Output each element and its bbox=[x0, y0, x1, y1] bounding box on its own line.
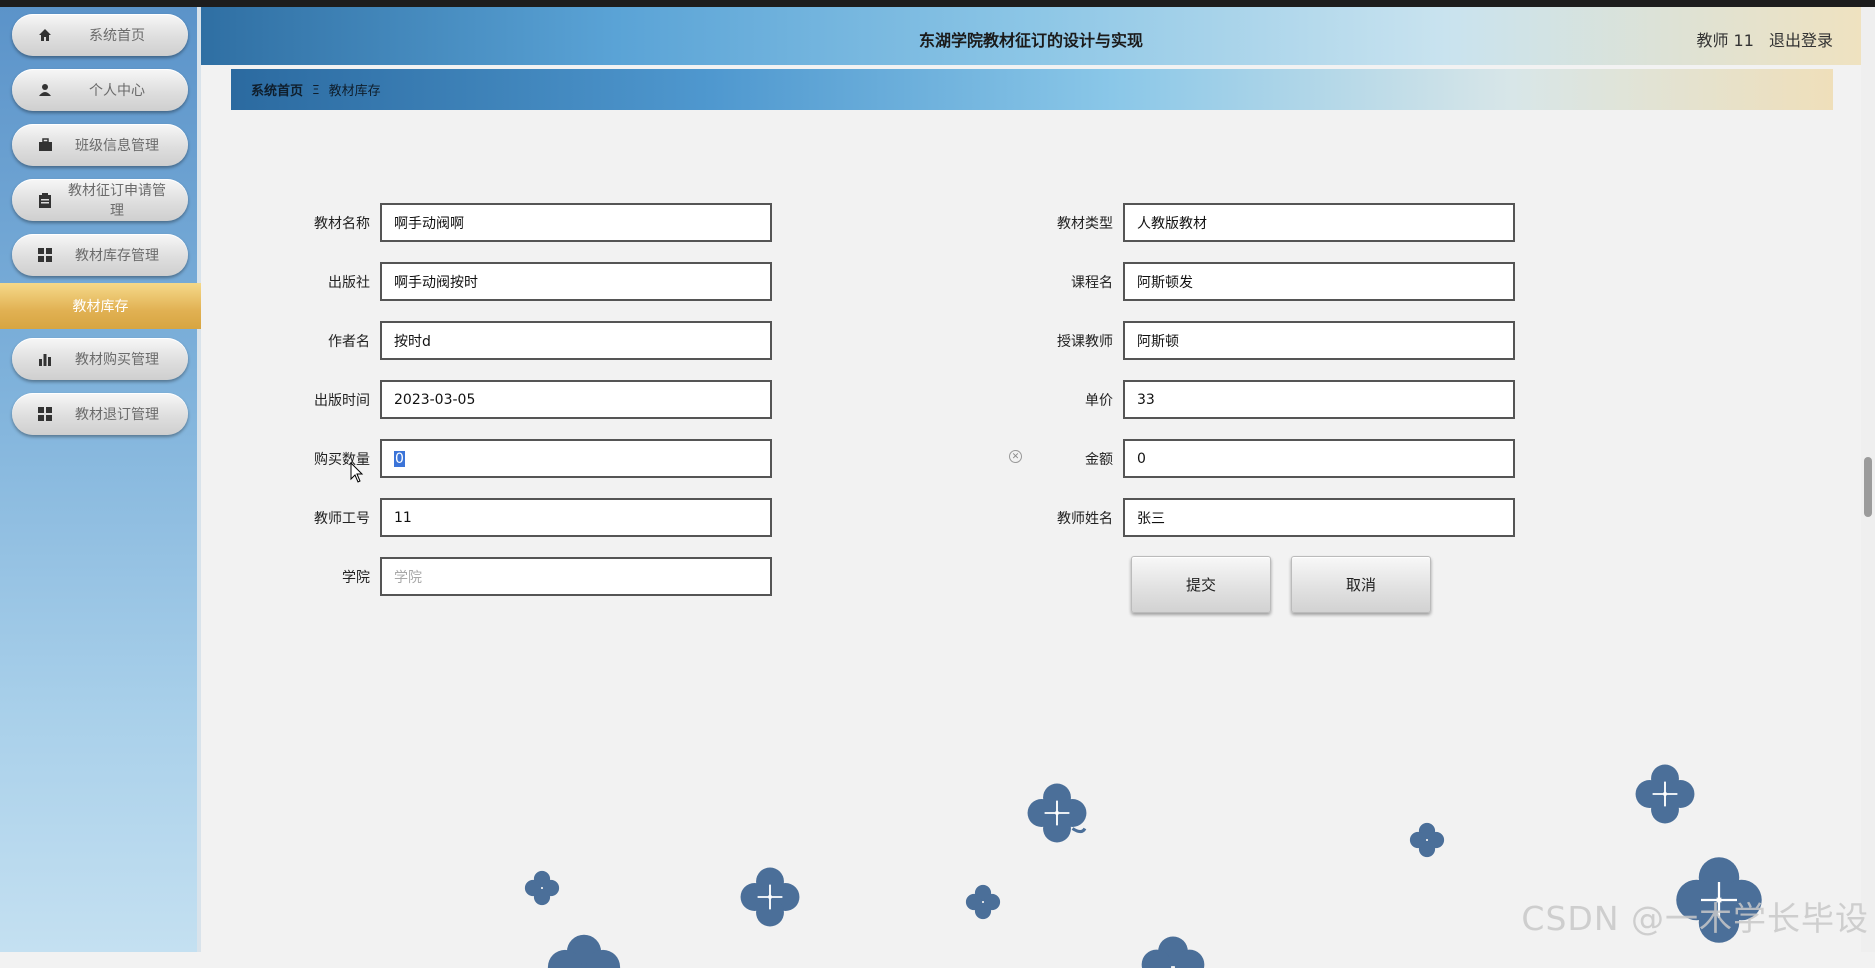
mouse-cursor-icon bbox=[350, 462, 364, 484]
field-label: 出版时间 bbox=[280, 390, 380, 410]
sidebar: 系统首页 个人中心 班级信息管理 教材征订申请管理 教材库存管理 教材库存 教材… bbox=[0, 7, 201, 952]
header: 东湖学院教材征订的设计与实现 教师 11 退出登录 bbox=[201, 7, 1861, 65]
bar-chart-icon bbox=[26, 352, 64, 366]
user-icon bbox=[26, 83, 64, 97]
form-row-lecturer: 授课教师 阿斯顿 bbox=[1023, 321, 1515, 360]
breadcrumb-separator-icon: Ξ bbox=[312, 83, 320, 97]
scrollbar-thumb[interactable] bbox=[1864, 457, 1872, 517]
sidebar-item-stock[interactable]: 教材库存管理 bbox=[12, 234, 188, 276]
course-name-input[interactable]: 阿斯顿发 bbox=[1123, 262, 1515, 301]
current-user: 教师 11 bbox=[1696, 31, 1753, 50]
sidebar-item-order-apply[interactable]: 教材征订申请管理 bbox=[12, 179, 188, 221]
form-row-author: 作者名 按时d bbox=[280, 321, 772, 360]
form-row-textbook-type: 教材类型 人教版教材 bbox=[1023, 203, 1515, 242]
sidebar-subitem-stock[interactable]: 教材库存 bbox=[0, 283, 201, 329]
form-row-college: 学院 学院 bbox=[280, 557, 772, 596]
field-label: 出版社 bbox=[280, 272, 380, 292]
flower-decoration-icon bbox=[546, 928, 622, 968]
sidebar-item-label: 教材购买管理 bbox=[64, 349, 188, 369]
purchase-quantity-input[interactable]: 0 bbox=[380, 439, 772, 478]
vertical-scrollbar[interactable] bbox=[1861, 7, 1875, 952]
form-row-publisher: 出版社 啊手动阀按时 bbox=[280, 262, 772, 301]
field-label: 学院 bbox=[280, 567, 380, 587]
author-input[interactable]: 按时d bbox=[380, 321, 772, 360]
cancel-button[interactable]: 取消 bbox=[1291, 556, 1431, 613]
briefcase-icon bbox=[26, 138, 64, 152]
flower-decoration-icon bbox=[523, 870, 561, 906]
field-label: 教材名称 bbox=[280, 213, 380, 233]
field-label: 单价 bbox=[1023, 390, 1123, 410]
sidebar-item-label: 个人中心 bbox=[64, 80, 188, 100]
form-row-unit-price: 单价 33 bbox=[1023, 380, 1515, 419]
top-strip bbox=[0, 0, 1875, 7]
selected-text: 0 bbox=[394, 451, 405, 467]
flower-decoration-icon bbox=[1024, 782, 1090, 844]
flower-decoration-icon bbox=[1632, 763, 1698, 825]
sidebar-item-label: 教材退订管理 bbox=[64, 404, 188, 424]
publish-date-input[interactable]: 2023-03-05 bbox=[380, 380, 772, 419]
field-label: 教师姓名 bbox=[1023, 508, 1123, 528]
field-label: 教材类型 bbox=[1023, 213, 1123, 233]
grid-icon bbox=[26, 407, 64, 421]
submit-button[interactable]: 提交 bbox=[1131, 556, 1271, 613]
watermark: CSDN @一木学长毕设 bbox=[1521, 892, 1869, 940]
field-label: 教师工号 bbox=[280, 508, 380, 528]
sidebar-item-label: 系统首页 bbox=[64, 25, 188, 45]
field-label: 作者名 bbox=[280, 331, 380, 351]
unit-price-input[interactable]: 33 bbox=[1123, 380, 1515, 419]
breadcrumb-home[interactable]: 系统首页 bbox=[251, 80, 303, 99]
teacher-id-input[interactable]: 11 bbox=[380, 498, 772, 537]
clipboard-icon bbox=[26, 193, 64, 208]
sidebar-item-label: 班级信息管理 bbox=[64, 135, 188, 155]
textbook-type-input[interactable]: 人教版教材 bbox=[1123, 203, 1515, 242]
amount-input[interactable]: 0 bbox=[1123, 439, 1515, 478]
field-label: 课程名 bbox=[1023, 272, 1123, 292]
clear-icon[interactable]: ✕ bbox=[1009, 450, 1022, 463]
flower-decoration-icon bbox=[1408, 822, 1446, 858]
breadcrumb-current: 教材库存 bbox=[329, 80, 381, 99]
flower-decoration-icon bbox=[737, 866, 803, 928]
sidebar-item-purchase[interactable]: 教材购买管理 bbox=[12, 338, 188, 380]
teacher-name-input[interactable]: 张三 bbox=[1123, 498, 1515, 537]
form-row-teacher-id: 教师工号 11 bbox=[280, 498, 772, 537]
lecturer-input[interactable]: 阿斯顿 bbox=[1123, 321, 1515, 360]
field-label: 购买数量 bbox=[280, 449, 380, 469]
form-row-course-name: 课程名 阿斯顿发 bbox=[1023, 262, 1515, 301]
sidebar-item-label: 教材库存管理 bbox=[64, 245, 188, 265]
app-title: 东湖学院教材征订的设计与实现 bbox=[201, 27, 1861, 51]
textbook-name-input[interactable]: 啊手动阀啊 bbox=[380, 203, 772, 242]
flower-decoration-icon bbox=[964, 884, 1002, 920]
form-row-amount: 金额 0 bbox=[1023, 439, 1515, 478]
field-label: 金额 bbox=[1023, 449, 1123, 469]
home-icon bbox=[26, 28, 64, 42]
breadcrumb: 系统首页 Ξ 教材库存 bbox=[231, 69, 1833, 110]
sidebar-item-home[interactable]: 系统首页 bbox=[12, 14, 188, 56]
grid-icon bbox=[26, 248, 64, 262]
sidebar-item-class-info[interactable]: 班级信息管理 bbox=[12, 124, 188, 166]
flower-decoration-icon bbox=[1140, 928, 1206, 968]
sidebar-item-cancel-order[interactable]: 教材退订管理 bbox=[12, 393, 188, 435]
sidebar-item-personal[interactable]: 个人中心 bbox=[12, 69, 188, 111]
form-row-textbook-name: 教材名称 啊手动阀啊 bbox=[280, 203, 772, 242]
form-row-publish-date: 出版时间 2023-03-05 bbox=[280, 380, 772, 419]
logout-link[interactable]: 退出登录 bbox=[1769, 31, 1833, 50]
field-label: 授课教师 bbox=[1023, 331, 1123, 351]
college-input[interactable]: 学院 bbox=[380, 557, 772, 596]
sidebar-item-label: 教材征订申请管理 bbox=[64, 180, 188, 220]
form-row-teacher-name: 教师姓名 张三 bbox=[1023, 498, 1515, 537]
publisher-input[interactable]: 啊手动阀按时 bbox=[380, 262, 772, 301]
header-user-area: 教师 11 退出登录 bbox=[1686, 27, 1833, 51]
